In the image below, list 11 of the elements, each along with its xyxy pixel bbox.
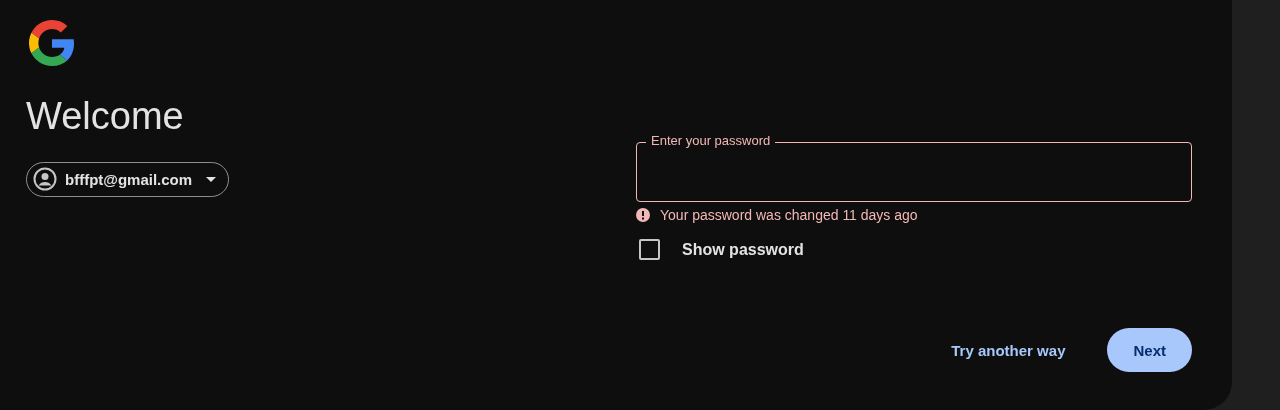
field-label: Enter your password [646, 133, 776, 148]
account-icon [33, 167, 57, 192]
logo-icon [29, 20, 75, 66]
next-button[interactable]: Next [1107, 328, 1192, 372]
text-link-button[interactable]: Try another way [939, 328, 1078, 372]
show-password-checkbox[interactable] [639, 239, 660, 260]
checkbox-label: Show password [682, 240, 804, 259]
caret-icon [206, 176, 217, 182]
welcome-heading: Welcome [26, 96, 184, 138]
error-message: Your password was changed 11 days ago [660, 207, 918, 223]
error-icon [636, 208, 650, 222]
